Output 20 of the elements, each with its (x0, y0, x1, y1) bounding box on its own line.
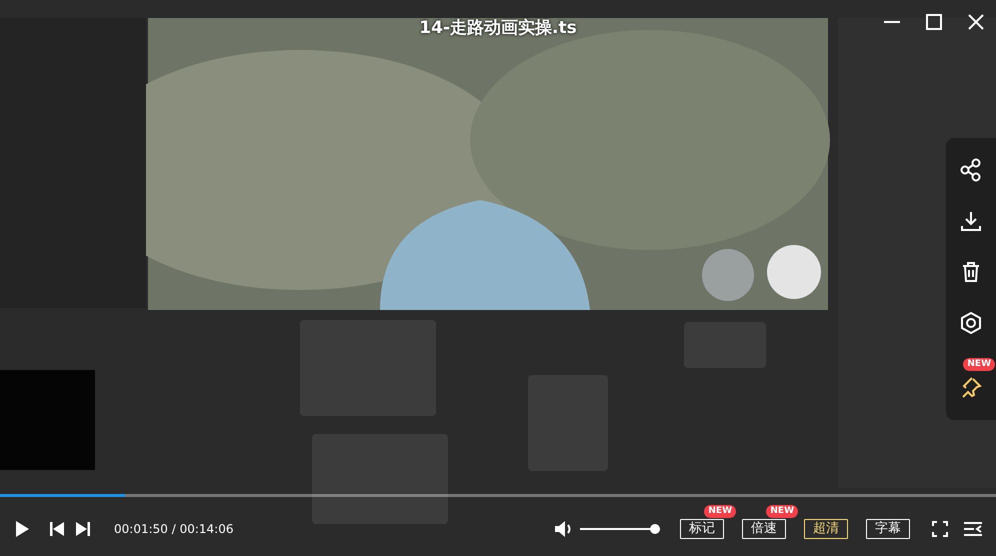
video-title: 14-走路动画实操.ts (419, 18, 577, 38)
new-badge: NEW (963, 358, 995, 371)
previous-icon[interactable] (50, 522, 64, 536)
hexagon-ring-icon[interactable] (959, 311, 983, 336)
list-icon[interactable] (964, 522, 982, 536)
player-button[interactable]: 倍速 (742, 519, 786, 539)
next-icon[interactable] (76, 522, 90, 536)
play-icon[interactable] (14, 520, 30, 538)
share-icon[interactable] (959, 158, 983, 182)
new-badge: NEW (704, 505, 736, 518)
new-badge: NEW (766, 505, 798, 518)
player-button[interactable]: 标记 (680, 519, 724, 539)
maximize-icon[interactable] (924, 12, 944, 32)
player-button[interactable]: 超清 (804, 519, 848, 539)
time-display: 00:01:50 / 00:14:06 (114, 521, 234, 538)
fullscreen-icon[interactable] (932, 521, 948, 537)
player-button[interactable]: 字幕 (866, 519, 910, 539)
progress-track[interactable] (0, 494, 996, 497)
close-icon[interactable] (966, 12, 986, 32)
volume-thumb[interactable] (650, 524, 660, 534)
